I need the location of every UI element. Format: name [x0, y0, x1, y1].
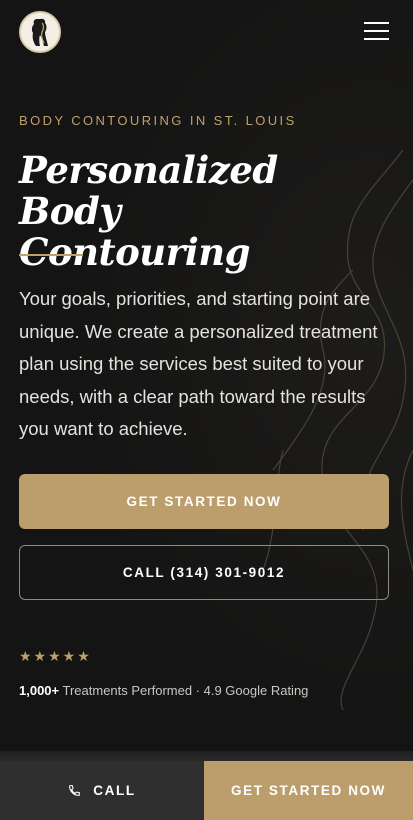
title-line-2: Contouring — [19, 230, 251, 274]
sticky-bottom-bar: CALL GET STARTED NOW — [0, 761, 413, 820]
title-divider — [19, 254, 83, 256]
social-proof-label: Treatments Performed · 4.9 Google Rating — [59, 683, 309, 698]
get-started-button[interactable]: GET STARTED NOW — [19, 474, 389, 529]
bottom-bar-divider — [0, 751, 413, 761]
site-header — [0, 0, 413, 64]
bottom-call-button[interactable]: CALL — [0, 761, 204, 820]
title-line-1: Personalized Body — [19, 148, 278, 233]
hero-lead-text: Your goals, priorities, and starting poi… — [19, 288, 378, 439]
bottom-call-label: CALL — [93, 783, 136, 798]
silhouette-logo-icon — [21, 13, 59, 51]
phone-icon — [69, 785, 81, 796]
hero-eyebrow: BODY CONTOURING IN ST. LOUIS — [19, 113, 297, 128]
menu-button[interactable] — [364, 22, 389, 40]
logo[interactable] — [19, 11, 61, 53]
hamburger-menu-icon — [364, 22, 389, 24]
social-proof-text: 1,000+ Treatments Performed · 4.9 Google… — [19, 683, 308, 698]
page: BODY CONTOURING IN ST. LOUIS Personalize… — [0, 0, 413, 820]
hamburger-menu-icon-bar — [364, 30, 389, 32]
hamburger-menu-icon-bar — [364, 38, 389, 40]
star-rating: ★★★★★ — [19, 648, 92, 664]
bottom-get-started-button[interactable]: GET STARTED NOW — [204, 761, 413, 820]
treatments-count: 1,000+ — [19, 683, 60, 698]
call-phone-button[interactable]: CALL (314) 301-9012 — [19, 545, 389, 600]
